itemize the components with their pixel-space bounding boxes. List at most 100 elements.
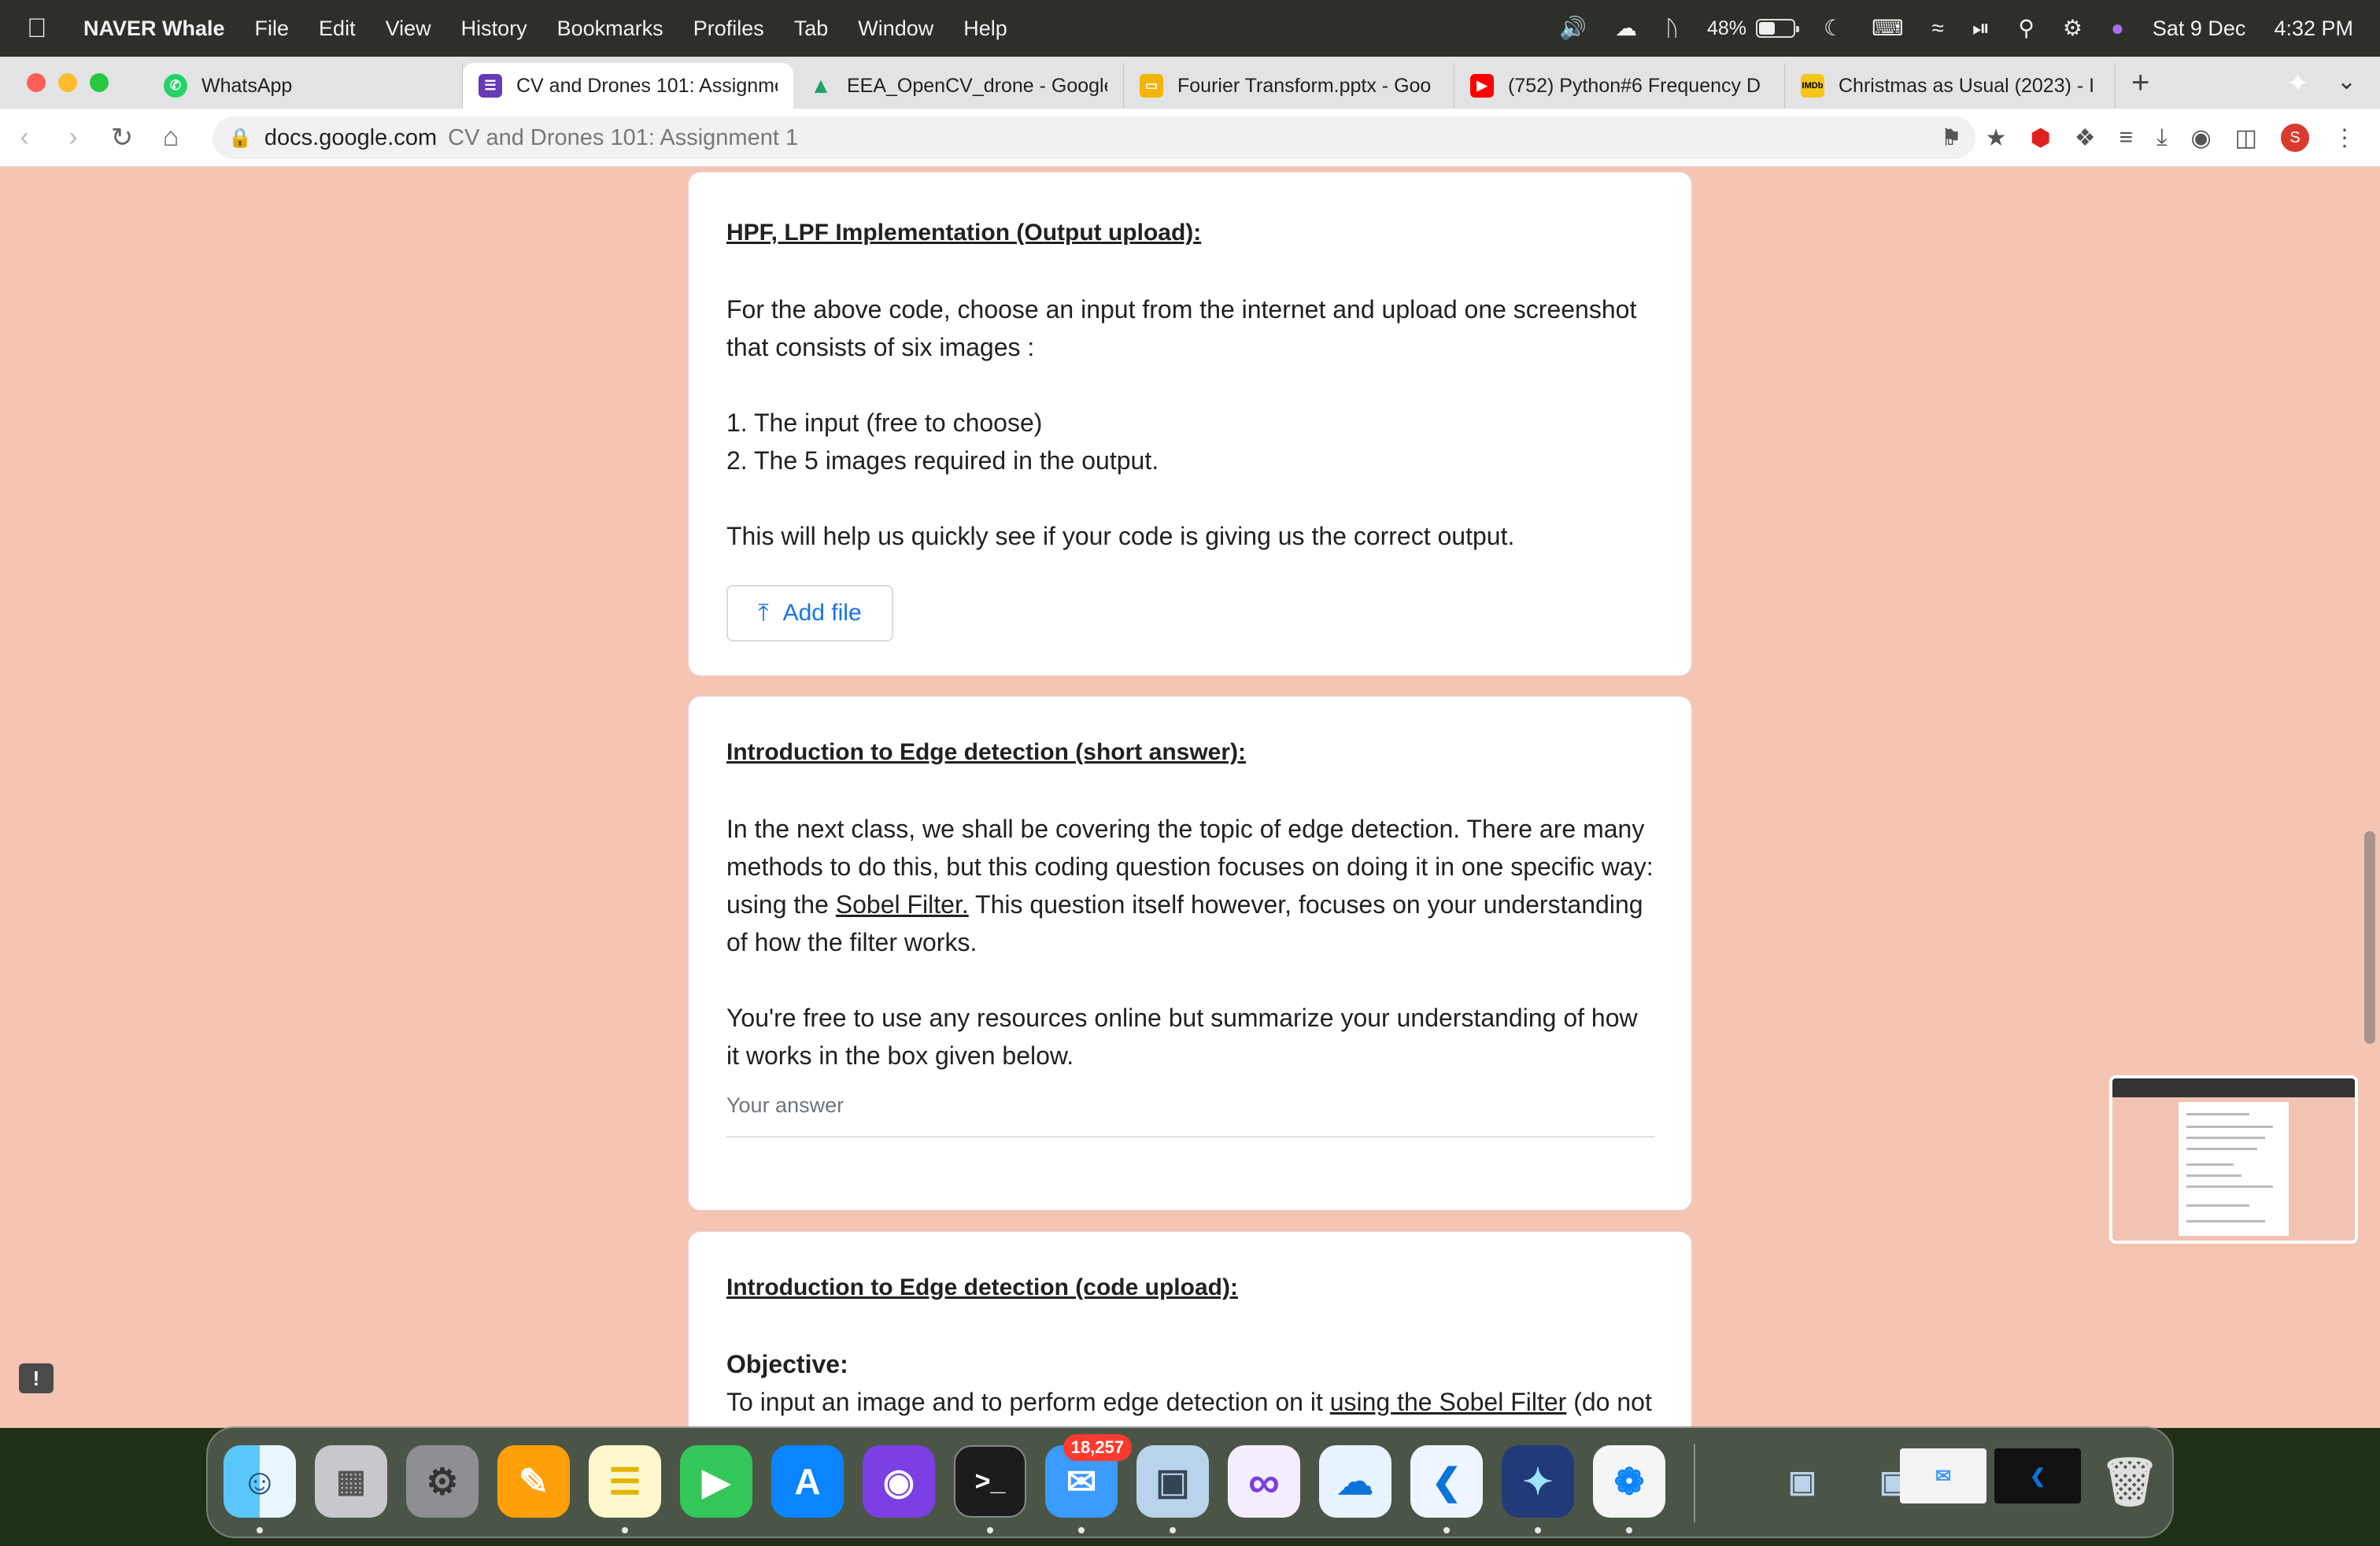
list-item: 1. The input (free to choose) — [726, 409, 1043, 437]
battery-percent: 48% — [1706, 17, 1747, 39]
tab-list-chevron-icon[interactable]: ⌄ — [2337, 68, 2356, 95]
question-heading: Introduction to Edge detection (short an… — [726, 739, 1246, 765]
tab-fourier-transform[interactable]: ▭ Fourier Transform.pptx - Goo — [1124, 63, 1454, 109]
volume-icon[interactable]: 🔊 — [1559, 17, 1587, 39]
menu-window[interactable]: Window — [858, 17, 933, 41]
reload-icon[interactable]: ↻ — [98, 122, 146, 153]
extensions-icon[interactable]: ❖ — [2075, 124, 2096, 152]
short-answer-input[interactable]: Your answer — [726, 1090, 1655, 1137]
close-window-button[interactable] — [27, 73, 46, 92]
tab-youtube-python[interactable]: ▶ (752) Python#6 Frequency D — [1454, 63, 1785, 109]
now-playing-icon[interactable]: ⏯ — [1972, 17, 1990, 39]
download-icon[interactable]: ⤓ — [2156, 124, 2167, 151]
minimized-mail-window-icon[interactable]: ✉ — [1900, 1448, 1986, 1503]
sidebar-toggle-icon[interactable]: ◫ — [2235, 124, 2257, 152]
pocket-icon[interactable]: ⚑ — [1941, 124, 1962, 152]
launchpad-icon[interactable]: ▦ — [315, 1445, 387, 1518]
address-bar[interactable]: 🔒 docs.google.com CV and Drones 101: Ass… — [213, 117, 1975, 159]
tab-cv-drones-assignment[interactable]: ☰ CV and Drones 101: Assignme — [463, 63, 793, 109]
system-settings-icon[interactable]: ⚙ — [406, 1445, 479, 1518]
spotlight-search-icon[interactable]: ⚲ — [2018, 17, 2034, 39]
tab-imdb-christmas[interactable]: IMDb Christmas as Usual (2023) - I — [1785, 63, 2116, 109]
menu-profiles[interactable]: Profiles — [693, 17, 764, 41]
profile-avatar[interactable]: S — [2281, 124, 2309, 152]
screenshot-thumbnail[interactable] — [2109, 1075, 2358, 1244]
siri-icon[interactable]: ● — [2111, 17, 2124, 39]
preview-icon[interactable]: ▣ — [1136, 1445, 1209, 1518]
minimized-preview-icon[interactable]: ▣ — [1766, 1445, 1839, 1518]
new-tab-button[interactable]: + — [2131, 65, 2149, 101]
vscode-icon[interactable]: ❮ — [1410, 1445, 1483, 1518]
google-forms-icon: ☰ — [479, 74, 502, 98]
objective-text-part: To input an image and to perform edge de… — [726, 1388, 1330, 1416]
browser-toolbar: ‹ › ↻ ⌂ 🔒 docs.google.com CV and Drones … — [0, 109, 2380, 167]
tab-whatsapp[interactable]: ✆ WhatsApp — [148, 63, 463, 109]
safari-icon[interactable]: ❁ — [1593, 1445, 1665, 1518]
forward-icon[interactable]: › — [49, 122, 98, 153]
report-feedback-icon[interactable]: ! — [19, 1363, 54, 1393]
onedrive-icon[interactable]: ☁ — [1319, 1445, 1391, 1518]
whale-bird-icon: ✦ — [2286, 68, 2310, 98]
mail-icon[interactable]: ✉ 18,257 — [1045, 1434, 1132, 1518]
minimized-vscode-window-icon[interactable]: ❮ — [1994, 1448, 2081, 1503]
github-desktop-icon[interactable]: ◉ — [863, 1445, 935, 1518]
reading-list-icon[interactable]: ≡ — [2119, 124, 2134, 151]
keyboard-input-icon[interactable]: ⌨ — [1872, 17, 1903, 39]
bookmark-star-icon[interactable]: ★ — [1986, 124, 2007, 152]
menu-history[interactable]: History — [461, 17, 527, 41]
tab-eea-opencv-drone[interactable]: ▲ EEA_OpenCV_drone - Google — [793, 63, 1124, 109]
menu-tab[interactable]: Tab — [794, 17, 829, 41]
list-item: 2. The 5 images required in the output. — [726, 446, 1159, 475]
tab-title: (752) Python#6 Frequency D — [1508, 74, 1761, 97]
facetime-icon[interactable]: ▶ — [680, 1445, 752, 1518]
apple-menu-icon[interactable]:  — [27, 13, 54, 44]
question-description: For the above code, choose an input from… — [726, 295, 1637, 361]
more-menu-icon[interactable]: ⋮ — [2333, 124, 2356, 152]
terminal-icon[interactable]: >_ — [954, 1445, 1026, 1518]
naver-whale-icon[interactable]: ✦ — [1502, 1445, 1574, 1518]
menu-view[interactable]: View — [386, 17, 431, 41]
minimize-window-button[interactable] — [58, 73, 77, 92]
upload-icon: ⤒ — [758, 600, 769, 626]
visual-studio-icon[interactable]: ∞ — [1228, 1445, 1300, 1518]
icloud-icon[interactable]: ☁ — [1615, 17, 1637, 39]
menu-help[interactable]: Help — [963, 17, 1007, 41]
battery-status[interactable]: 48% — [1706, 17, 1800, 39]
app-menu[interactable]: NAVER Whale — [83, 17, 225, 41]
imdb-icon: IMDb — [1801, 74, 1824, 98]
notes-icon[interactable]: ☰ — [589, 1445, 661, 1518]
address-page-title: CV and Drones 101: Assignment 1 — [448, 124, 799, 150]
capture-icon[interactable]: ◉ — [2190, 124, 2211, 152]
pages-icon[interactable]: ✎ — [497, 1445, 570, 1518]
trash-icon[interactable]: 🗑 — [2094, 1445, 2166, 1518]
tab-title: Fourier Transform.pptx - Goo — [1177, 74, 1432, 97]
menu-file[interactable]: File — [255, 17, 290, 41]
control-center-icon[interactable]: ⚙ — [2063, 17, 2082, 39]
bluetooth-icon[interactable]: ᚢ — [1665, 17, 1679, 39]
menu-date[interactable]: Sat 9 Dec — [2153, 17, 2246, 39]
google-drive-icon: ▲ — [810, 73, 832, 98]
menu-time[interactable]: 4:32 PM — [2274, 17, 2353, 39]
tab-title: EEA_OpenCV_drone - Google — [847, 74, 1107, 97]
question-card-edge-code-upload: Introduction to Edge detection (code upl… — [688, 1231, 1692, 1428]
app-store-icon[interactable]: A — [771, 1445, 844, 1518]
zoom-window-button[interactable] — [90, 73, 109, 92]
page-scrollbar[interactable] — [2364, 831, 2375, 1044]
menu-edit[interactable]: Edit — [319, 17, 356, 41]
sobel-filter-link[interactable]: using the Sobel Filter — [1330, 1388, 1567, 1416]
objective-text-part: (do not — [1566, 1388, 1652, 1416]
menu-bookmarks[interactable]: Bookmarks — [557, 17, 663, 41]
sobel-filter-link[interactable]: Sobel Filter. — [836, 890, 969, 919]
question-heading: Introduction to Edge detection (code upl… — [726, 1274, 1238, 1300]
tab-bar: ✆ WhatsApp ☰ CV and Drones 101: Assignme… — [0, 57, 2380, 109]
adblock-extension-icon[interactable]: ⬢ — [2031, 124, 2051, 152]
wifi-icon[interactable]: ≈ — [1932, 17, 1944, 39]
focus-moon-icon[interactable]: ☾ — [1824, 17, 1843, 39]
dock: ☺ ▦ ⚙ ✎ ☰ ▶ A ◉ >_ ✉ 18,257 ▣ ∞ ☁ ❮ ✦ ❁ ▣… — [206, 1426, 2174, 1538]
back-icon[interactable]: ‹ — [0, 122, 49, 153]
add-file-button[interactable]: ⤒ Add file — [726, 585, 893, 642]
add-file-label: Add file — [782, 600, 862, 626]
dock-separator — [1694, 1444, 1695, 1522]
home-icon[interactable]: ⌂ — [146, 122, 195, 153]
finder-icon[interactable]: ☺ — [224, 1445, 296, 1518]
